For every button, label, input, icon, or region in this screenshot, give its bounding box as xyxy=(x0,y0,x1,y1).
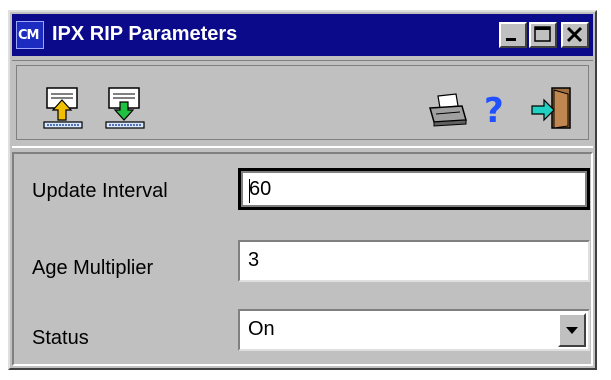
status-value: On xyxy=(248,318,275,340)
toolbar-panel: ? xyxy=(16,65,589,140)
age-multiplier-label: Age Multiplier xyxy=(32,257,154,279)
update-interval-label: Update Interval xyxy=(32,180,168,202)
status-select[interactable]: On xyxy=(238,309,590,351)
download-icon[interactable] xyxy=(103,84,151,132)
age-multiplier-value: 3 xyxy=(248,249,260,271)
age-multiplier-field[interactable]: 3 xyxy=(238,240,590,282)
exit-icon[interactable] xyxy=(528,84,576,132)
maximize-icon xyxy=(534,26,551,42)
minimize-icon xyxy=(506,38,516,41)
maximize-button[interactable] xyxy=(529,22,557,48)
upload-icon[interactable] xyxy=(41,84,89,132)
status-dropdown-button[interactable] xyxy=(558,313,586,347)
close-icon xyxy=(566,26,583,43)
chevron-down-icon xyxy=(566,327,578,334)
printer-icon[interactable] xyxy=(424,84,472,132)
help-icon[interactable]: ? xyxy=(470,84,518,132)
window-title: IPX RIP Parameters xyxy=(52,23,238,45)
toolbar: ? xyxy=(12,60,593,148)
text-caret xyxy=(249,179,250,203)
update-interval-field[interactable]: 60 xyxy=(238,168,590,210)
update-interval-value: 60 xyxy=(249,178,272,200)
close-button[interactable] xyxy=(561,22,589,48)
minimize-button[interactable] xyxy=(499,22,527,48)
parameters-form: Update Interval 60 Age Multiplier 3 Stat… xyxy=(12,152,593,366)
title-bar[interactable]: CM IPX RIP Parameters xyxy=(12,14,593,56)
svg-text:?: ? xyxy=(484,91,504,131)
app-icon-text: CM xyxy=(18,28,40,43)
status-label: Status xyxy=(32,327,89,349)
app-cm-icon[interactable]: CM xyxy=(16,21,44,49)
ipx-rip-parameters-window: CM IPX RIP Parameters ? Update Interval … xyxy=(8,10,597,370)
